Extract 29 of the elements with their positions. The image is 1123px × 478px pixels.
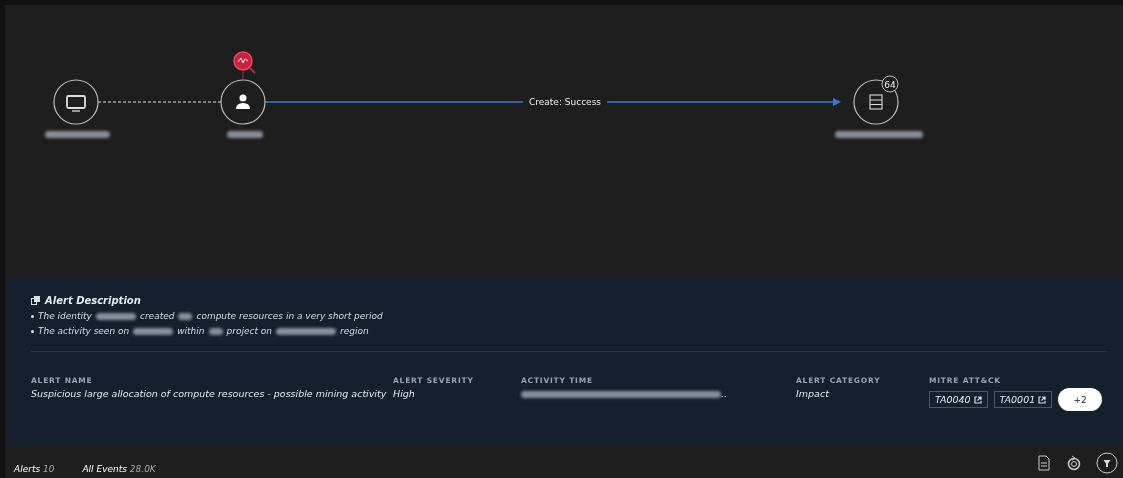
section-title: Alert Description xyxy=(45,295,141,306)
status-tab[interactable]: All Events 28.0K xyxy=(82,464,156,474)
redacted-label xyxy=(227,131,263,138)
field-value: Suspicious large allocation of compute resources - possible mining activity xyxy=(31,388,388,399)
server-icon xyxy=(869,94,883,110)
external-link-icon xyxy=(1038,395,1047,404)
monitor-icon xyxy=(66,95,86,112)
field-value: High xyxy=(393,388,416,399)
refresh-icon[interactable] xyxy=(1066,455,1082,471)
document-icon[interactable] xyxy=(1038,455,1052,471)
alert-search-icon[interactable] xyxy=(233,51,256,74)
person-icon xyxy=(236,94,250,109)
field-value: .. xyxy=(521,388,796,399)
edge-label: Create: Success xyxy=(529,97,601,107)
more-button[interactable]: +2 xyxy=(1058,388,1103,411)
resource-node[interactable] xyxy=(853,79,899,125)
redacted-label xyxy=(45,131,110,138)
filter-icon[interactable] xyxy=(1096,452,1118,474)
external-link-icon xyxy=(973,395,982,404)
field-value: Impact xyxy=(796,388,830,399)
user-node[interactable] xyxy=(220,79,266,125)
computer-node[interactable] xyxy=(53,79,99,125)
tactic-link[interactable]: TA0040 xyxy=(929,391,988,408)
tactic-link[interactable]: TA0001 xyxy=(993,391,1053,408)
description-bullet: The identity created compute resources in a very short period xyxy=(31,311,1107,321)
copy-icon[interactable] xyxy=(31,296,40,305)
count-badge: 64 xyxy=(881,75,899,93)
description-bullet: The activity seen on within project on region xyxy=(31,326,1107,336)
status-tab[interactable]: Alerts 10 xyxy=(14,464,55,474)
